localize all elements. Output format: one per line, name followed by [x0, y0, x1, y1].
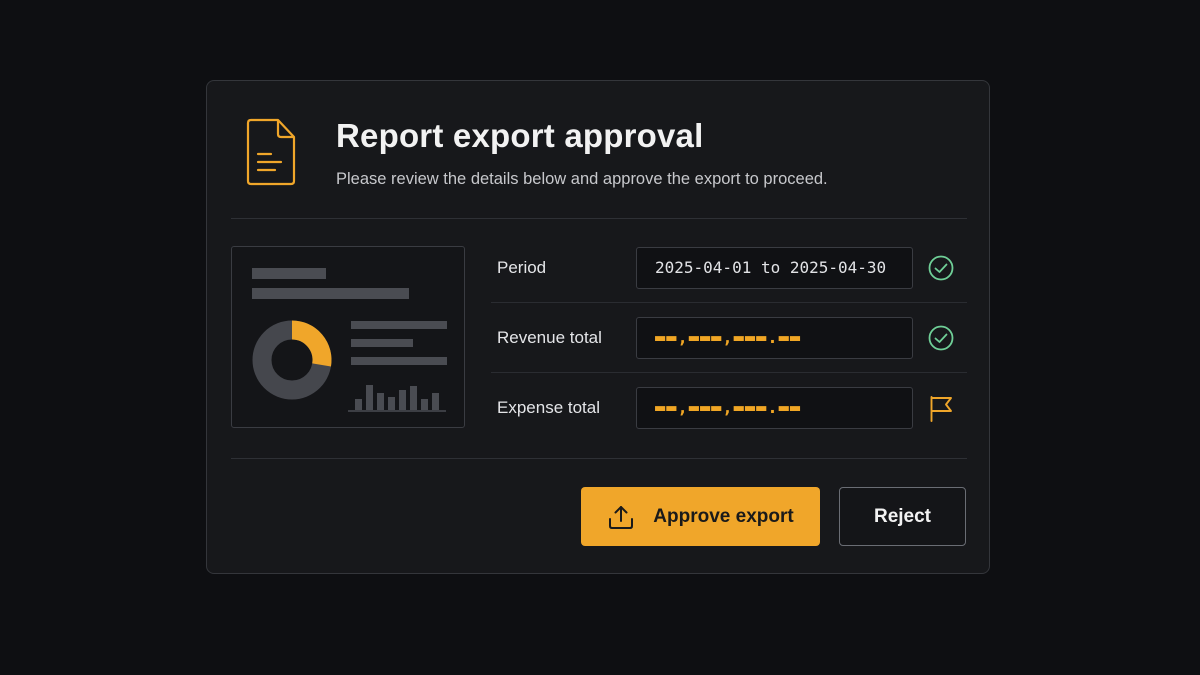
period-value: 2025-04-01 to 2025-04-30	[636, 247, 913, 289]
period-label: Period	[497, 258, 547, 277]
dialog-subtitle: Please review the details below and appr…	[336, 170, 828, 188]
export-approval-dialog: Report export approval Please review the…	[206, 80, 990, 574]
revenue-total-value: ▬▬,▬▬▬,▬▬▬.▬▬	[636, 317, 913, 359]
field-row-revenue-total: Revenue total ▬▬,▬▬▬,▬▬▬.▬▬	[491, 303, 967, 373]
approve-export-label: Approve export	[653, 505, 794, 527]
check-circle-icon	[928, 255, 954, 281]
document-icon	[246, 118, 296, 186]
check-circle-icon	[928, 325, 954, 351]
expense-total-label: Expense total	[497, 398, 601, 417]
footer-divider	[231, 458, 967, 459]
dialog-title: Report export approval	[336, 117, 704, 154]
reject-label: Reject	[873, 505, 932, 527]
expense-total-value: ▬▬,▬▬▬,▬▬▬.▬▬	[636, 387, 913, 429]
header-divider	[231, 218, 967, 219]
upload-icon	[609, 505, 634, 529]
revenue-total-label: Revenue total	[497, 328, 602, 347]
reject-button[interactable]: Reject	[839, 487, 966, 546]
field-row-period: Period 2025-04-01 to 2025-04-30	[491, 233, 967, 303]
approve-export-button[interactable]: Approve export	[581, 487, 820, 546]
report-preview-thumbnail	[231, 246, 465, 428]
flag-icon	[930, 396, 952, 422]
field-row-expense-total: Expense total ▬▬,▬▬▬,▬▬▬.▬▬	[491, 373, 967, 443]
